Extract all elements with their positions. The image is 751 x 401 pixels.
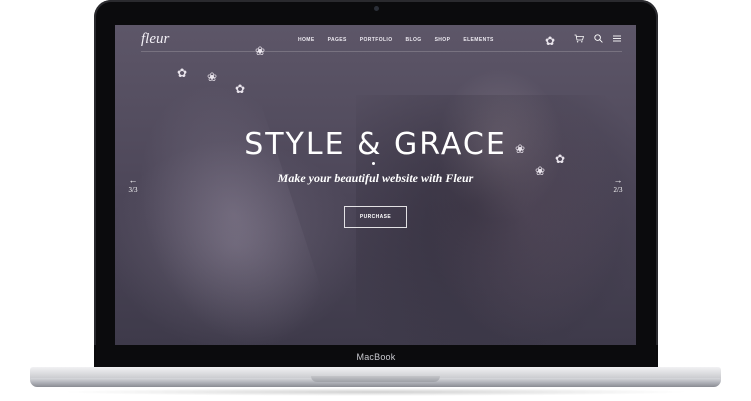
hero-subtitle: Make your beautiful website with Fleur xyxy=(277,171,474,185)
nav-item-shop[interactable]: SHOP xyxy=(435,37,451,43)
site-logo[interactable]: fleur xyxy=(141,31,169,48)
hero-image-arm xyxy=(115,68,334,345)
header-tools xyxy=(574,33,622,43)
laptop-notch xyxy=(311,376,440,382)
slider-prev-count: 3/3 xyxy=(128,186,138,194)
main-nav: HOME PAGES PORTFOLIO BLOG SHOP ELEMENTS xyxy=(298,37,507,43)
blossom-decoration: ✿ xyxy=(235,82,246,96)
blossom-decoration: ✿ xyxy=(545,34,556,48)
slider-prev[interactable]: ← 3/3 xyxy=(124,175,142,195)
hero-title: STYLE & GRACE xyxy=(244,127,507,162)
header-divider xyxy=(141,51,622,52)
blossom-decoration: ❀ xyxy=(207,70,218,84)
nav-item-home[interactable]: HOME xyxy=(298,37,315,43)
slider-next-count: 2/3 xyxy=(613,186,623,194)
arrow-right-icon: → xyxy=(613,175,623,185)
device-label: MacBook xyxy=(356,352,396,362)
laptop-chin: MacBook xyxy=(94,345,658,367)
slider-next[interactable]: → 2/3 xyxy=(609,175,627,195)
website-screen: ✿ ❀ ✿ ❀ ✿ ❀ ✿ ❀ fleur HOME PAGES PORTFOL… xyxy=(115,25,636,345)
nav-item-blog[interactable]: BLOG xyxy=(406,37,422,43)
nav-item-pages[interactable]: PAGES xyxy=(328,37,347,43)
blossom-decoration: ✿ xyxy=(177,66,188,80)
search-icon[interactable] xyxy=(593,33,603,43)
purchase-button[interactable]: PURCHASE xyxy=(344,206,407,228)
laptop-shadow xyxy=(60,388,691,396)
cart-icon[interactable] xyxy=(574,33,584,43)
nav-item-portfolio[interactable]: PORTFOLIO xyxy=(360,37,393,43)
menu-icon[interactable] xyxy=(612,33,622,43)
nav-item-elements[interactable]: ELEMENTS xyxy=(463,37,493,43)
camera xyxy=(374,6,379,11)
arrow-left-icon: ← xyxy=(128,175,138,185)
hero-divider-dot xyxy=(372,162,375,165)
